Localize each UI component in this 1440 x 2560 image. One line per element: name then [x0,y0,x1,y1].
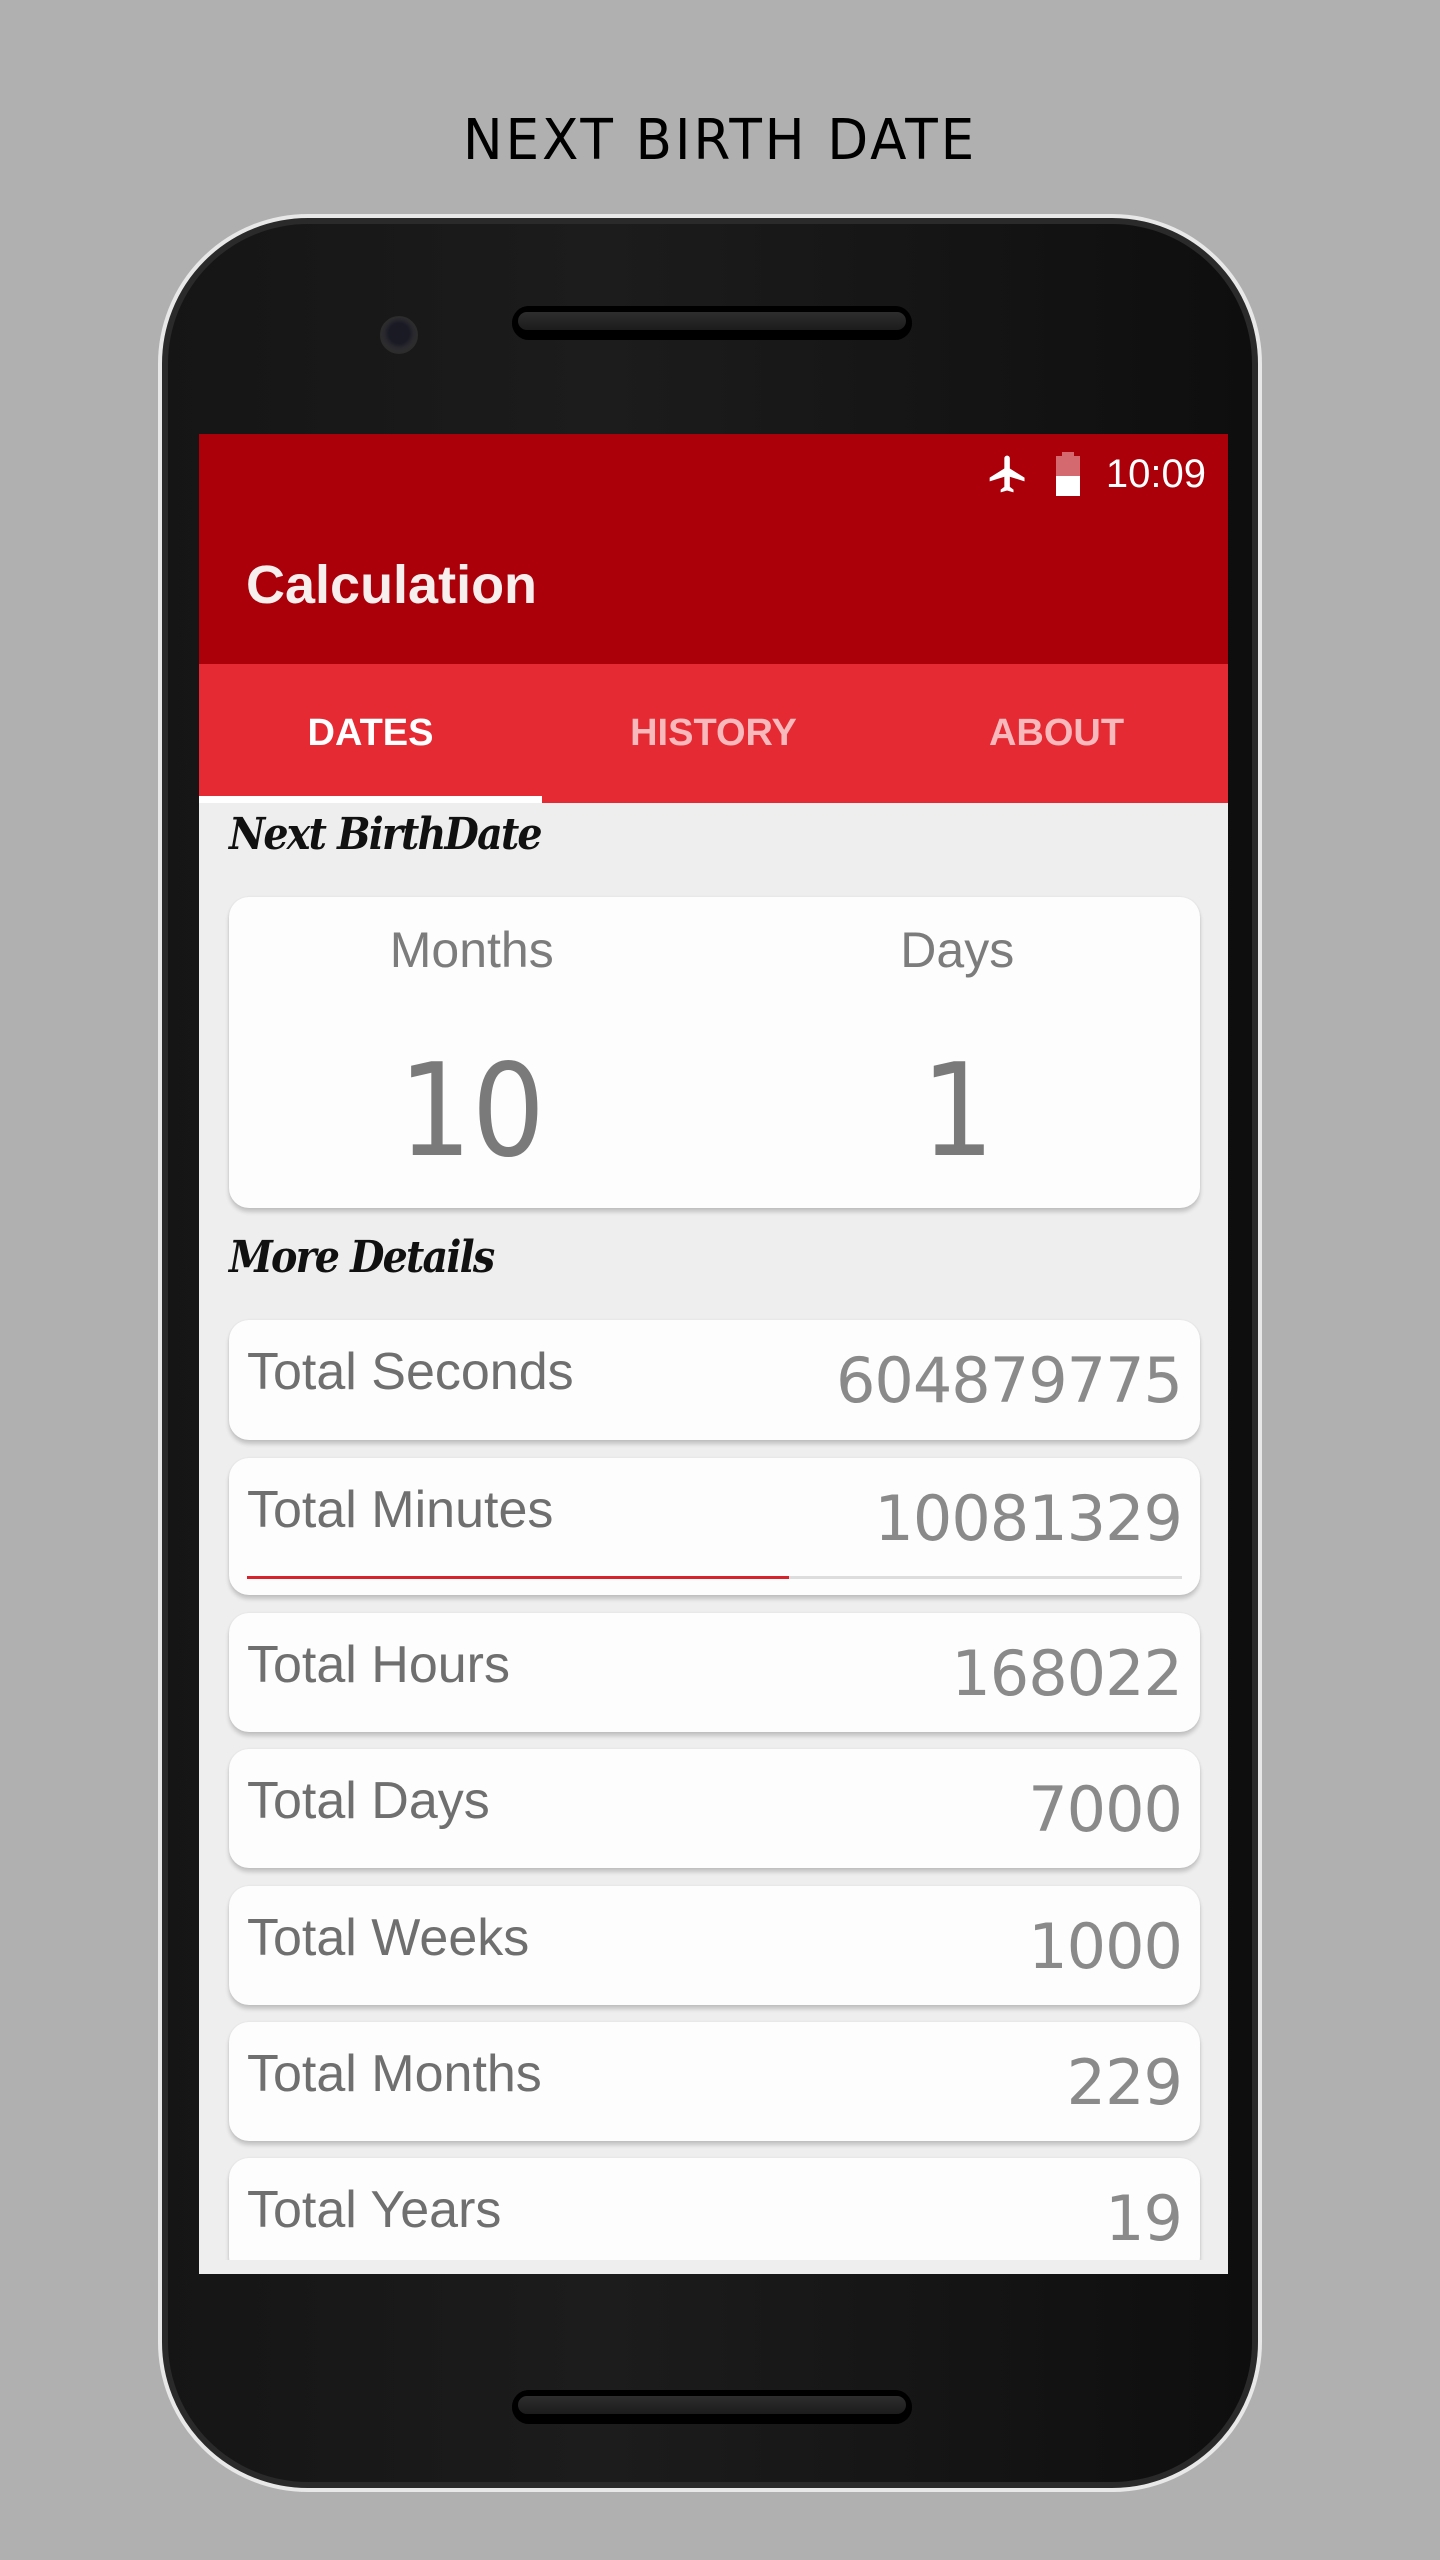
page-caption: NEXT BIRTH DATE [462,108,978,173]
detail-row-minutes[interactable]: Total Minutes 10081329 [229,1458,1200,1595]
detail-value: 10081329 [874,1482,1183,1555]
detail-value: 1000 [1028,1910,1183,1983]
months-column: Months 10 [229,897,715,1208]
detail-row-seconds[interactable]: Total Seconds 604879775 [229,1320,1200,1440]
detail-label: Total Seconds [247,1343,574,1401]
airplane-mode-icon [986,452,1030,496]
earpiece-speaker [512,306,912,340]
front-camera [380,316,418,354]
app-screen: 10:09 Calculation DATES HISTORY ABOUT Ne… [199,434,1228,2274]
progress-bar [247,1576,1182,1579]
more-details-heading: More Details [229,1232,495,1283]
detail-label: Total Weeks [247,1909,530,1967]
next-birthdate-heading: Next BirthDate [229,809,543,860]
days-label: Days [900,922,1015,978]
detail-row-months[interactable]: Total Months 229 [229,2022,1200,2141]
detail-row-days[interactable]: Total Days 7000 [229,1749,1200,1868]
next-birthdate-card: Months 10 Days 1 [229,897,1200,1208]
tab-dates[interactable]: DATES [199,664,542,803]
status-bar: 10:09 [199,434,1228,514]
months-label: Months [389,922,554,978]
detail-value: 7000 [1028,1773,1183,1846]
detail-label: Total Years [247,2181,502,2239]
detail-value: 229 [1066,2046,1183,2119]
battery-icon [1054,452,1082,496]
days-column: Days 1 [715,897,1201,1208]
detail-value: 19 [1105,2182,1183,2255]
detail-row-weeks[interactable]: Total Weeks 1000 [229,1886,1200,2005]
days-value: 1 [920,1037,994,1186]
app-title: Calculation [246,555,538,615]
detail-label: Total Minutes [247,1481,554,1539]
list-bottom-edge [199,2260,1228,2274]
tab-about[interactable]: ABOUT [885,664,1228,803]
status-time: 10:09 [1105,451,1206,496]
tab-history[interactable]: HISTORY [542,664,885,803]
app-toolbar: Calculation [199,514,1228,664]
detail-row-hours[interactable]: Total Hours 168022 [229,1613,1200,1732]
detail-label: Total Months [247,2045,542,2103]
detail-row-years[interactable]: Total Years 19 [229,2158,1200,2274]
tab-bar: DATES HISTORY ABOUT [199,664,1228,803]
detail-label: Total Hours [247,1636,510,1694]
progress-bar-fill [247,1576,790,1579]
detail-label: Total Days [247,1772,490,1830]
months-value: 10 [398,1037,546,1186]
detail-value: 168022 [951,1637,1183,1710]
bottom-speaker [512,2390,912,2424]
detail-value: 604879775 [835,1344,1183,1417]
